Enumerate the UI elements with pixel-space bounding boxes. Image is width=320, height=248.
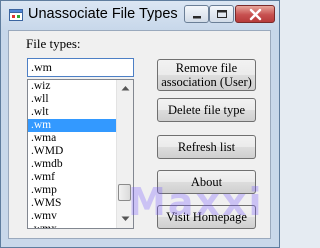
list-item[interactable]: .wiz (28, 80, 118, 93)
close-icon (249, 8, 262, 21)
scroll-thumb[interactable] (118, 184, 131, 201)
list-item[interactable]: .wmv (28, 210, 118, 223)
list-item[interactable]: .WMD (28, 145, 118, 158)
list-item[interactable]: .wma (28, 132, 118, 145)
delete-file-type-button[interactable]: Delete file type (157, 98, 256, 122)
list-item[interactable]: .wlt (28, 106, 118, 119)
title-bar[interactable]: Unassociate File Types (1, 1, 279, 31)
refresh-list-button[interactable]: Refresh list (157, 135, 256, 159)
list-item[interactable]: .wmp (28, 184, 118, 197)
extension-input[interactable] (27, 58, 134, 77)
maximize-icon (217, 10, 227, 18)
maximize-button[interactable] (209, 5, 234, 23)
list-item[interactable]: .wmdb (28, 158, 118, 171)
remove-association-button[interactable]: Remove file association (User) (157, 59, 256, 91)
list-scrollbar[interactable] (116, 80, 133, 228)
list-item[interactable]: .wll (28, 93, 118, 106)
minimize-button[interactable] (184, 5, 209, 23)
chevron-up-icon (121, 86, 129, 91)
scroll-up-arrow[interactable] (117, 80, 133, 96)
chevron-down-icon (121, 216, 129, 221)
list-item[interactable]: .wm (28, 119, 118, 132)
about-button[interactable]: About (157, 170, 256, 194)
window-title: Unassociate File Types (28, 6, 178, 22)
file-types-label: File types: (26, 36, 81, 51)
main-window: Unassociate File Types File types: .wiz.… (0, 0, 280, 248)
minimize-icon (193, 16, 201, 19)
scroll-down-arrow[interactable] (117, 211, 133, 227)
list-item[interactable]: .WMS (28, 197, 118, 210)
visit-homepage-button[interactable]: Visit Homepage (157, 205, 256, 229)
list-item[interactable]: .wmf (28, 171, 118, 184)
list-item[interactable]: .wmx (28, 223, 118, 228)
app-icon (8, 7, 24, 23)
file-types-list[interactable]: .wiz .wll .wlt .wm .wma .WMD .wmdb .wmf .wmp .WMS… (27, 79, 134, 229)
client-area: File types: .wiz.wll.wlt.wm.wma.WMD.wmdb… (8, 30, 271, 239)
close-button[interactable] (235, 5, 275, 23)
